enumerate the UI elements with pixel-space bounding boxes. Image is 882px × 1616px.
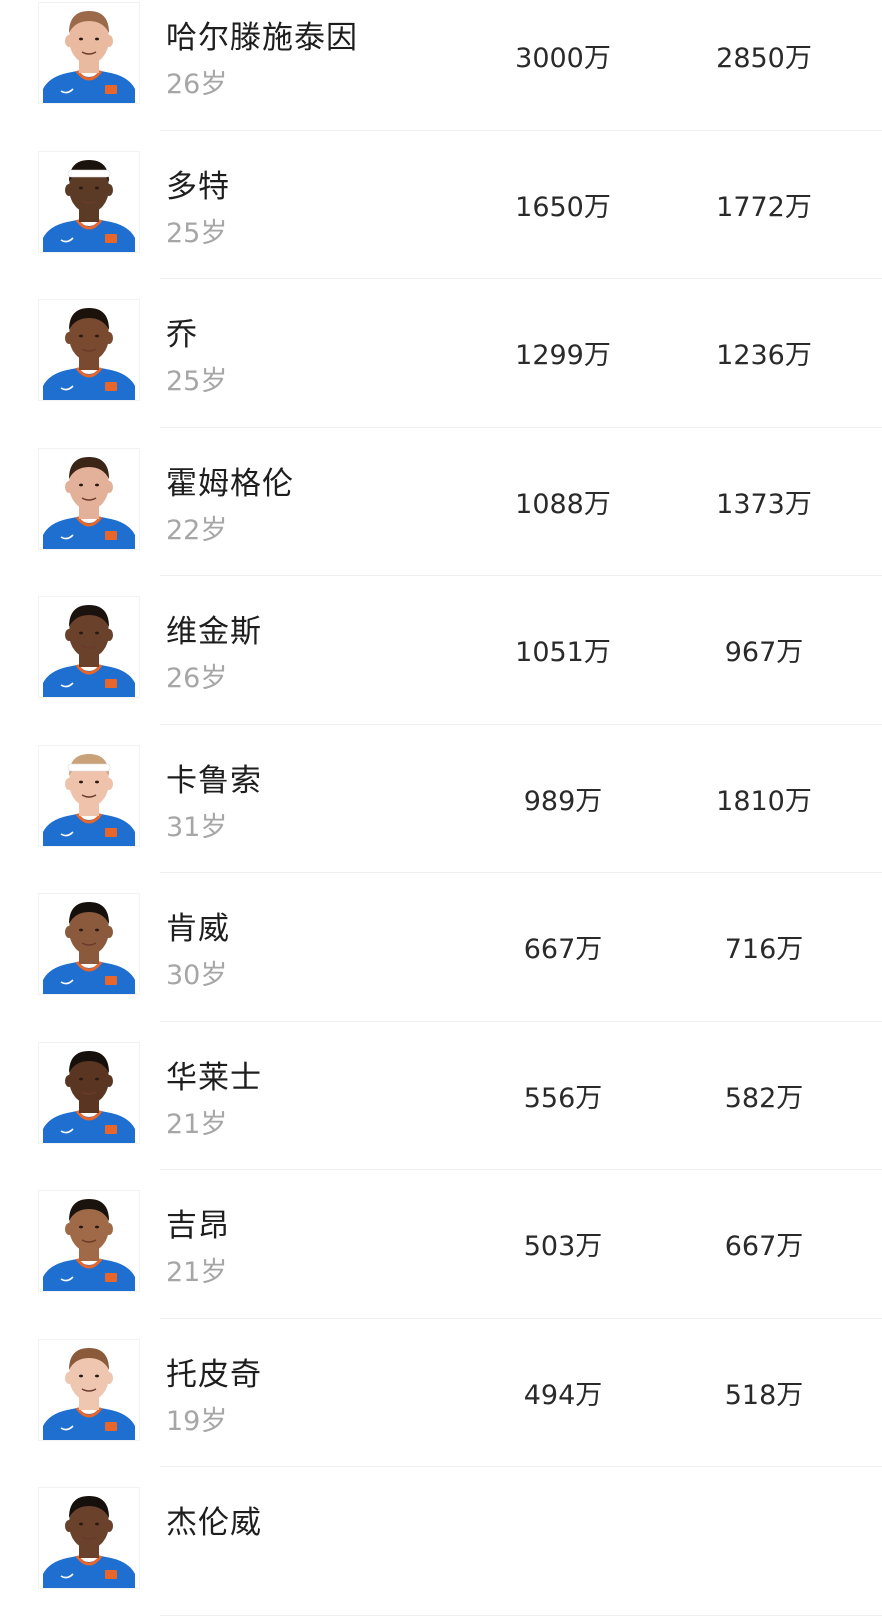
player-row[interactable]: 乔 25岁 1299万 1236万 [0,279,882,428]
player-age: 31岁 [166,811,228,843]
player-name: 哈尔滕施泰因 [166,20,358,56]
player-age: 30岁 [166,960,228,991]
player-value-1: 989万 [523,785,603,817]
player-avatar [38,1338,140,1441]
player-value-1: 1051万 [515,637,611,668]
player-row[interactable]: 霍姆格伦 22岁 1088万 1373万 [0,428,882,576]
player-age: 22岁 [166,514,228,546]
player-avatar [38,1190,140,1292]
player-value-2: 1236万 [716,340,812,371]
player-row[interactable]: 华莱士 21岁 556万 582万 [0,1022,882,1170]
player-value-1: 3000万 [515,43,611,74]
player-value-2: 1810万 [716,785,812,817]
player-value-1: 667万 [523,934,603,965]
player-age: 26岁 [166,663,228,694]
player-avatar [38,150,140,253]
player-value-1: 1299万 [515,340,611,371]
player-portrait-image [39,745,139,846]
player-avatar [38,1041,140,1144]
player-portrait-image [39,3,139,103]
player-value-2: 1373万 [716,488,812,520]
player-age: 21岁 [166,1257,228,1288]
player-row[interactable]: 卡鲁索 31岁 989万 1810万 [0,725,882,873]
player-value-1: 494万 [523,1379,603,1411]
player-row[interactable]: 托皮奇 19岁 494万 518万 [0,1319,882,1467]
player-age: 19岁 [166,1405,228,1437]
player-value-2: 518万 [724,1379,804,1411]
player-row[interactable]: 肯威 30岁 667万 716万 [0,873,882,1022]
player-value-2: 2850万 [716,43,812,74]
player-age: 25岁 [166,366,228,397]
player-name: 肯威 [166,911,230,947]
player-value-2: 1772万 [716,191,812,223]
player-list: 哈尔滕施泰因 26岁 3000万 2850万 多特 25岁 1650万 1772… [0,0,882,1616]
player-portrait-image [39,300,139,400]
player-value-1: 1088万 [515,488,611,520]
player-row[interactable]: 维金斯 26岁 1051万 967万 [0,576,882,725]
player-name: 托皮奇 [166,1356,262,1393]
player-value-2: 716万 [724,934,804,965]
player-name: 乔 [166,317,198,353]
player-name: 多特 [166,168,230,205]
player-age: 21岁 [166,1108,228,1140]
player-avatar [38,893,140,995]
player-avatar [38,2,140,104]
player-portrait-image [39,1488,139,1588]
player-avatar [38,299,140,401]
player-portrait-image [39,894,139,994]
player-value-1: 503万 [523,1231,603,1262]
player-row[interactable]: 杰伦威 [0,1467,882,1616]
player-row[interactable]: 吉昂 21岁 503万 667万 [0,1170,882,1319]
player-value-2: 582万 [724,1082,804,1114]
player-portrait-image [39,1339,139,1440]
player-avatar [38,744,140,847]
player-portrait-image [39,151,139,252]
player-value-1: 556万 [523,1082,603,1114]
player-age: 25岁 [166,217,228,249]
player-name: 霍姆格伦 [166,465,294,502]
player-value-2: 667万 [724,1231,804,1262]
player-name: 吉昂 [166,1208,230,1244]
player-row[interactable]: 哈尔滕施泰因 26岁 3000万 2850万 [0,0,882,131]
player-avatar [38,596,140,698]
player-portrait-image [39,597,139,697]
player-name: 杰伦威 [166,1505,262,1541]
player-name: 卡鲁索 [166,762,262,799]
player-value-2: 967万 [724,637,804,668]
player-name: 华莱士 [166,1059,262,1096]
player-row[interactable]: 多特 25岁 1650万 1772万 [0,131,882,279]
player-portrait-image [39,448,139,549]
player-portrait-image [39,1042,139,1143]
player-avatar [38,1487,140,1589]
player-avatar [38,447,140,550]
row-divider [160,1614,882,1616]
player-value-1: 1650万 [515,191,611,223]
player-portrait-image [39,1191,139,1291]
player-name: 维金斯 [166,614,262,650]
player-age: 26岁 [166,69,228,100]
